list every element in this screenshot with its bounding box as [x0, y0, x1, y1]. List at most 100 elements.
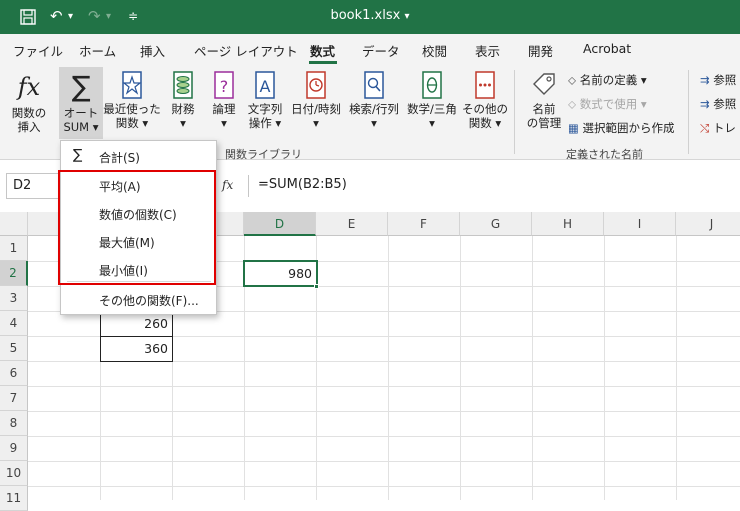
tab-insert[interactable]: 挿入: [140, 41, 165, 60]
recent-functions-label-2: 関数 ▾: [115, 116, 149, 130]
clock-book-icon: [306, 71, 326, 99]
theta-book-icon: [422, 71, 442, 99]
name-manager-label-1: 名前: [532, 102, 556, 116]
trace-dependents-button[interactable]: ⇉ 参照: [700, 96, 736, 112]
autosum-button[interactable]: ∑ オート SUM ▾: [59, 70, 103, 134]
autosum-label-2: SUM ▾: [63, 120, 99, 134]
column-header-h[interactable]: H: [532, 212, 604, 236]
grid-line: [28, 386, 740, 387]
ribbon-tabs: ファイル ホーム 挿入 ページ レイアウト 数式 データ 校閲 表示 開発 Ac…: [0, 34, 740, 64]
column-header-g[interactable]: G: [460, 212, 532, 236]
more-functions-button[interactable]: その他の 関数 ▾: [462, 70, 508, 130]
row-header-9[interactable]: 9: [0, 436, 28, 461]
row-header-6[interactable]: 6: [0, 361, 28, 386]
formula-input[interactable]: =SUM(B2:B5): [258, 177, 347, 192]
sigma-icon: ∑: [71, 70, 91, 103]
cell-d2[interactable]: 980: [243, 260, 318, 287]
name-manager-label-2: の管理: [526, 116, 562, 130]
row-header-10[interactable]: 10: [0, 461, 28, 486]
grid-selection-icon: ▦: [568, 121, 579, 135]
datetime-button[interactable]: 日付/時刻 ▾: [288, 70, 344, 130]
menu-item-sum[interactable]: 合計(S): [99, 149, 140, 166]
define-name-button[interactable]: ⬦ 名前の定義 ▾: [568, 72, 647, 88]
more-functions-label-2: 関数 ▾: [468, 116, 502, 130]
question-book-icon: ?: [214, 71, 234, 99]
recent-functions-button[interactable]: 最近使った 関数 ▾: [103, 70, 161, 130]
cell-b5[interactable]: 360: [100, 336, 172, 361]
logical-label: 論理: [212, 102, 236, 116]
math-button[interactable]: 数学/三角 ▾: [404, 70, 460, 130]
trace-precedents-icon: ⇉: [700, 73, 710, 87]
menu-item-more-functions[interactable]: その他の関数(F)...: [99, 292, 199, 309]
grid-line: [28, 436, 740, 437]
text-functions-label-1: 文字列: [247, 102, 283, 116]
datetime-label: 日付/時刻: [291, 102, 341, 116]
tab-acrobat[interactable]: Acrobat: [583, 41, 631, 56]
tab-page-layout[interactable]: ページ レイアウト: [194, 41, 298, 60]
insert-function-button[interactable]: fx 関数の 挿入: [6, 70, 52, 134]
tag-icon: [533, 73, 555, 95]
fx-icon: fx: [17, 73, 41, 101]
text-functions-label-2: 操作 ▾: [248, 116, 282, 130]
column-header-j[interactable]: J: [676, 212, 740, 236]
text-functions-button[interactable]: A 文字列 操作 ▾: [245, 70, 285, 130]
star-book-icon: [122, 71, 142, 99]
grid-line: [28, 486, 740, 487]
lookup-button[interactable]: 検索/行列 ▾: [346, 70, 402, 130]
trace-dependents-label: 参照: [713, 97, 737, 111]
use-in-formula-label: 数式で使用 ▾: [579, 97, 647, 111]
financial-label: 財務: [171, 102, 195, 116]
coins-icon: [173, 71, 193, 99]
tab-data[interactable]: データ: [362, 41, 400, 60]
financial-button[interactable]: 財務 ▾: [165, 70, 201, 130]
tab-home[interactable]: ホーム: [79, 41, 116, 60]
create-from-selection-label: 選択範囲から作成: [582, 121, 675, 135]
fill-handle[interactable]: [314, 284, 319, 289]
row-header-1[interactable]: 1: [0, 236, 28, 261]
remove-arrows-label: トレ: [712, 121, 736, 135]
autosum-label-1: オート: [63, 106, 99, 120]
lookup-label: 検索/行列: [349, 102, 399, 116]
function-library-group-label: 関数ライブラリ: [225, 148, 302, 161]
row-header-7[interactable]: 7: [0, 386, 28, 411]
column-header-f[interactable]: F: [388, 212, 460, 236]
tab-view[interactable]: 表示: [475, 41, 500, 60]
tab-developer[interactable]: 開発: [528, 41, 553, 60]
row-header-11[interactable]: 11: [0, 486, 28, 511]
tab-file[interactable]: ファイル: [13, 41, 63, 60]
tab-formulas[interactable]: 数式: [310, 41, 335, 60]
column-header-d[interactable]: D: [244, 212, 316, 236]
row-header-2[interactable]: 2: [0, 261, 28, 286]
window-title[interactable]: book1.xlsx ▾: [0, 8, 740, 23]
use-in-formula-button[interactable]: ⬦ 数式で使用 ▾: [568, 96, 647, 112]
math-chevron-icon: ▾: [429, 116, 435, 130]
recent-functions-label-1: 最近使った: [103, 102, 161, 116]
column-header-e[interactable]: E: [316, 212, 388, 236]
svg-text:A: A: [260, 77, 271, 96]
trace-precedents-button[interactable]: ⇉ 参照: [700, 72, 736, 88]
create-from-selection-button[interactable]: ▦ 選択範囲から作成: [568, 120, 675, 136]
remove-arrows-button[interactable]: ⤭ トレ: [700, 120, 736, 136]
more-book-icon: [475, 71, 495, 99]
row-header-5[interactable]: 5: [0, 336, 28, 361]
svg-text:?: ?: [220, 77, 229, 96]
text-book-icon: A: [255, 71, 275, 99]
ribbon-separator: [688, 70, 689, 154]
logical-button[interactable]: ? 論理 ▾: [206, 70, 242, 130]
insert-function-label-2: 挿入: [17, 120, 41, 134]
tag-small-icon: ⬦: [568, 73, 577, 87]
remove-arrows-icon: ⤭: [700, 121, 710, 135]
more-functions-label-1: その他の: [462, 102, 508, 116]
name-manager-button[interactable]: 名前 の管理: [522, 70, 566, 130]
file-title: book1.xlsx: [330, 8, 401, 23]
insert-function-fx-icon[interactable]: fx: [222, 178, 233, 192]
tab-review[interactable]: 校閲: [422, 41, 447, 60]
column-header-i[interactable]: I: [604, 212, 676, 236]
row-header-8[interactable]: 8: [0, 411, 28, 436]
sigma-icon: ∑: [73, 147, 83, 163]
define-name-label: 名前の定義 ▾: [579, 73, 647, 87]
row-header-3[interactable]: 3: [0, 286, 28, 311]
lookup-chevron-icon: ▾: [371, 116, 377, 130]
row-header-4[interactable]: 4: [0, 311, 28, 336]
select-all-corner[interactable]: [0, 212, 28, 236]
